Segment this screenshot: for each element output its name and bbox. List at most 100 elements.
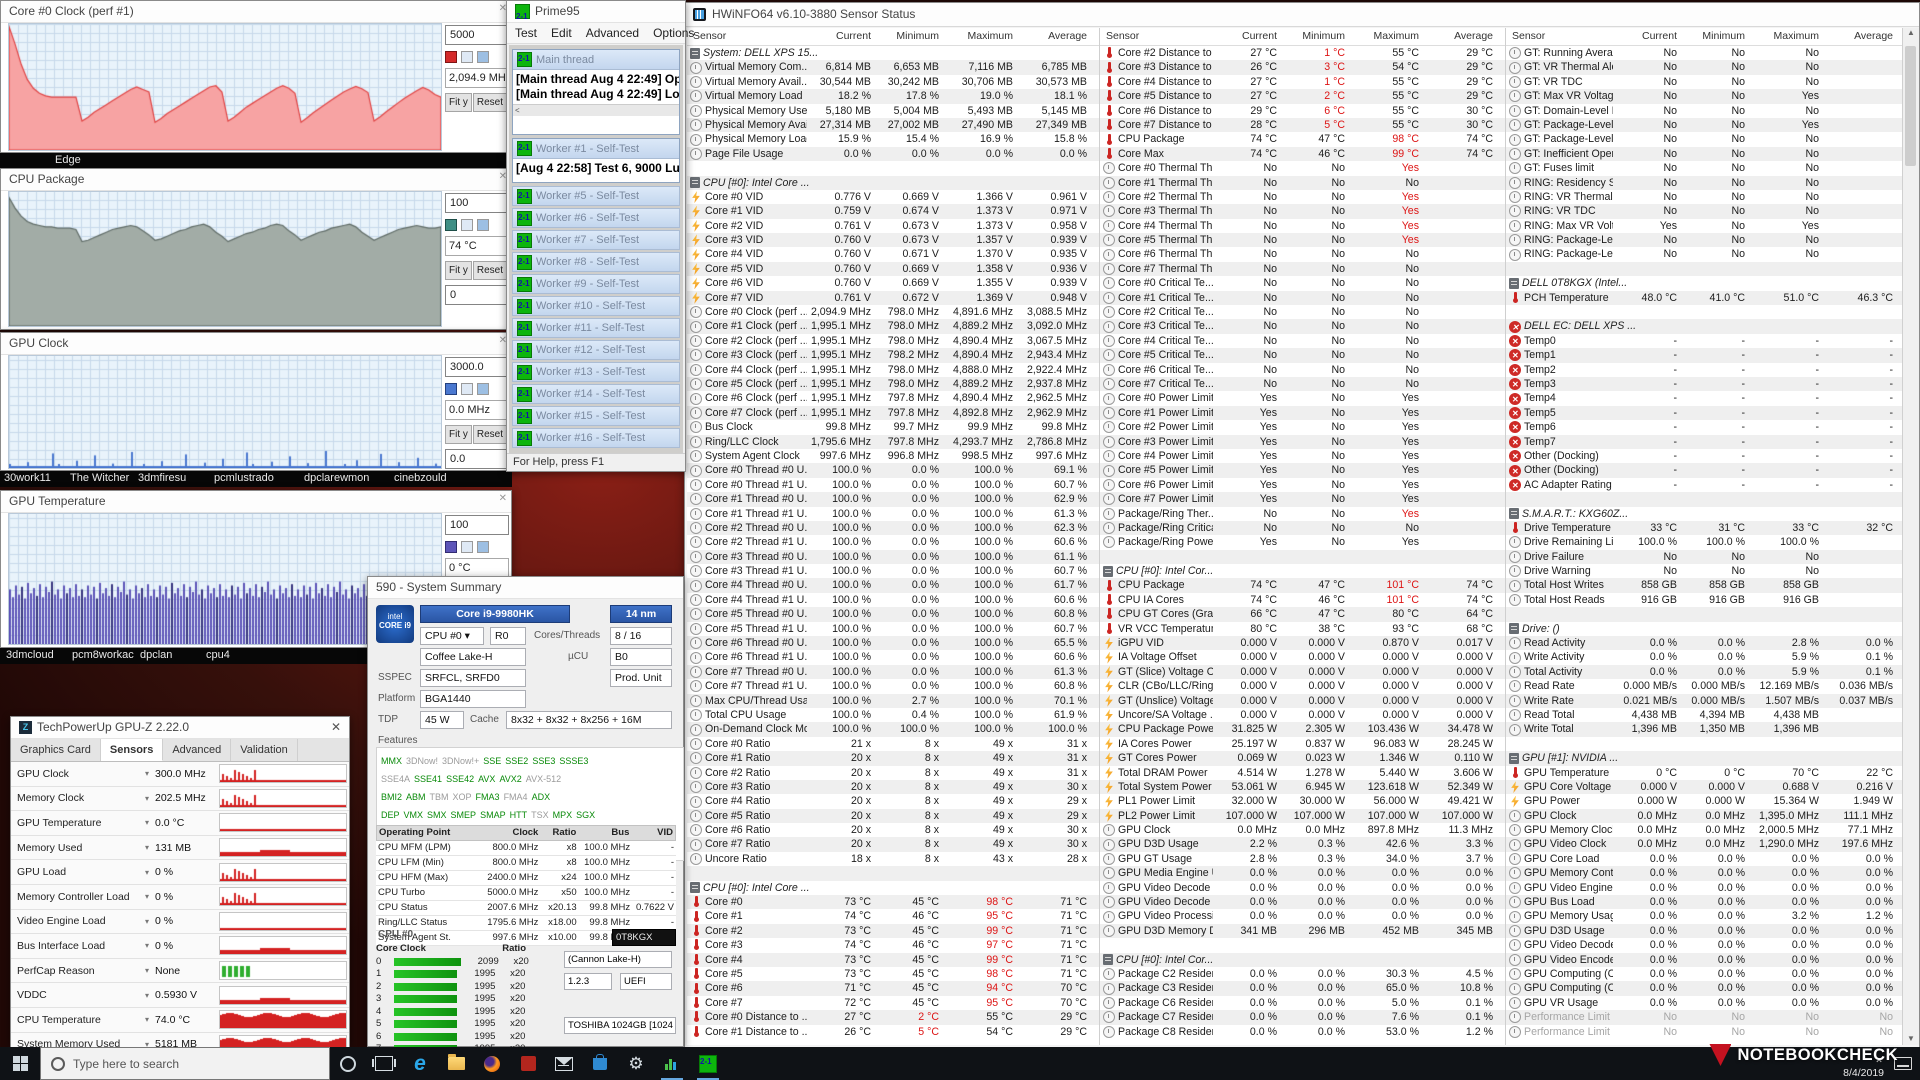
sensor-row[interactable]: CPU Package74 °C47 °C98 °C74 °C <box>1100 132 1505 146</box>
menu-item-test[interactable]: Test <box>515 26 537 40</box>
color-swatch[interactable] <box>461 383 473 395</box>
sensor-row[interactable]: IA Voltage Offset0.000 V0.000 V0.000 V0.… <box>1100 650 1505 664</box>
sensor-row[interactable]: Core #174 °C46 °C95 °C71 °C <box>687 909 1099 923</box>
worker1-window[interactable]: Worker #1 - Self-Test [Aug 4 22:58] Test… <box>512 138 680 183</box>
sensor-row[interactable]: GPU D3D Memory D...341 MB296 MB452 MB345… <box>1100 924 1505 938</box>
color-swatch[interactable] <box>477 541 489 553</box>
sensor-row[interactable]: Package C6 Residency0.0 %0.0 %5.0 %0.1 % <box>1100 996 1505 1010</box>
sensor-row[interactable]: Core #2 Clock (perf ...1,995.1 MHz798.0 … <box>687 334 1099 348</box>
sensor-row[interactable]: Drive Remaining Life100.0 %100.0 %100.0 … <box>1506 535 1905 549</box>
sensor-row[interactable]: Core #6 Distance to ...29 °C6 °C55 °C30 … <box>1100 104 1505 118</box>
sensor-row[interactable]: GPU Video Decode 1...0.0 %0.0 %0.0 %0.0 … <box>1100 895 1505 909</box>
tab-advanced[interactable]: Advanced <box>163 739 231 761</box>
sensor-row[interactable]: Core #2 Distance to ...27 °C1 °C55 °C29 … <box>1100 46 1505 60</box>
sensor-section-row[interactable]: DELL 0T8KGX (Intel... <box>1506 276 1905 290</box>
horizontal-scrollbar[interactable]: < <box>513 104 679 116</box>
sensor-row[interactable]: Total Activity0.0 %0.0 %5.9 %0.1 % <box>1506 665 1905 679</box>
worker-window-bar[interactable]: Worker #11 - Self-Test <box>512 318 680 338</box>
sensor-row[interactable]: Performance Limit -...NoNoNoNo <box>1506 1025 1905 1039</box>
sensor-row[interactable]: Core #4 Ratio20 x8 x49 x29 x <box>687 794 1099 808</box>
sensor-row[interactable]: Core #3 Thread #0 U...100.0 %0.0 %100.0 … <box>687 550 1099 564</box>
sensor-row[interactable]: GPU Memory Contr...0.0 %0.0 %0.0 %0.0 % <box>1506 866 1905 880</box>
sensor-row[interactable]: Drive FailureNoNoNo <box>1506 550 1905 564</box>
sensor-row[interactable]: GPU Clock0.0 MHz0.0 MHz897.8 MHz11.3 MHz <box>1100 823 1505 837</box>
sensor-row[interactable]: GPU Video Clock0.0 MHz0.0 MHz1,290.0 MHz… <box>1506 837 1905 851</box>
cpu-select[interactable]: CPU #0 ▾ <box>420 627 484 645</box>
sensor-row[interactable]: GPU Video Decode 0...0.0 %0.0 %0.0 %0.0 … <box>1100 881 1505 895</box>
sensor-row[interactable]: Virtual Memory Com...6,814 MB6,653 MB7,1… <box>687 60 1099 74</box>
y-min-input[interactable]: 0.0 <box>445 449 509 469</box>
sensor-row[interactable]: Core #1 Distance to ...26 °C5 °C54 °C29 … <box>687 1025 1099 1039</box>
sensor-row[interactable]: Physical Memory Load15.9 %15.4 %16.9 %15… <box>687 132 1099 146</box>
sensor-row[interactable]: GPU D3D Usage2.2 %0.3 %42.6 %3.3 % <box>1100 837 1505 851</box>
sensor-row[interactable]: GT: VR Thermal AlertNoNoNo <box>1506 60 1905 74</box>
sensor-row[interactable]: Core #6 Thread #1 U...100.0 %0.0 %100.0 … <box>687 650 1099 664</box>
sensor-row[interactable]: Core #0 Distance to ...27 °C2 °C55 °C29 … <box>687 1010 1099 1024</box>
series-color-swatch[interactable] <box>445 541 457 553</box>
sensor-row[interactable]: Core #7 Ratio20 x8 x49 x30 x <box>687 837 1099 851</box>
sensor-row[interactable]: Core #1 Clock (perf ...1,995.1 MHz798.0 … <box>687 319 1099 333</box>
sensor-row[interactable]: GT: VR TDCNoNoNo <box>1506 75 1905 89</box>
taskbar-icon-task-view[interactable] <box>366 1047 402 1080</box>
background-window-label[interactable]: 3dmcloud <box>6 649 54 661</box>
sensor-row[interactable]: Core #3 Distance to ...26 °C3 °C54 °C29 … <box>1100 60 1505 74</box>
taskbar-icon-red-app[interactable] <box>510 1047 546 1080</box>
vertical-scrollbar[interactable]: ▲▼ <box>1902 28 1919 1045</box>
gpuz-sensor-row[interactable]: GPU Load▾0 % <box>11 860 349 885</box>
sensor-row[interactable]: GT: Package-Level ...NoNoNo <box>1506 132 1905 146</box>
chevron-down-icon[interactable]: ▾ <box>145 917 155 926</box>
sensor-section-row[interactable]: CPU [#0]: Intel Cor... <box>1100 953 1505 967</box>
sensor-row[interactable]: Core #374 °C46 °C97 °C71 °C <box>687 938 1099 952</box>
sensor-row[interactable]: Core #0 Thread #1 U...100.0 %0.0 %100.0 … <box>687 478 1099 492</box>
tab-validation[interactable]: Validation <box>231 739 298 761</box>
sensor-row[interactable]: Core #2 Thread #0 U...100.0 %0.0 %100.0 … <box>687 521 1099 535</box>
sensor-row[interactable]: Core #2 Ratio20 x8 x49 x31 x <box>687 766 1099 780</box>
background-window-labels[interactable]: 30work11The Witcher3dmfiresupcmlustradod… <box>0 471 512 487</box>
sensor-row[interactable]: Total Host Writes858 GB858 GB858 GB <box>1506 578 1905 592</box>
chevron-down-icon[interactable]: ▾ <box>145 794 155 803</box>
sensor-row[interactable]: Page File Usage0.0 %0.0 %0.0 %0.0 % <box>687 147 1099 161</box>
sensor-row[interactable]: GT: Running Avera...NoNoNo <box>1506 46 1905 60</box>
chevron-down-icon[interactable]: ▾ <box>145 818 155 827</box>
sensor-section-row[interactable]: Drive: () <box>1506 622 1905 636</box>
sensor-row[interactable]: Core #1 VID0.759 V0.674 V1.373 V0.971 V <box>687 204 1099 218</box>
fit-y-button[interactable]: Fit y <box>445 93 472 112</box>
sensor-row[interactable]: Core #1 Thread #1 U...100.0 %0.0 %100.0 … <box>687 507 1099 521</box>
taskbar-icon-firefox[interactable] <box>474 1047 510 1080</box>
sensor-row[interactable]: Core #7 Thread #1 U...100.0 %0.0 %100.0 … <box>687 679 1099 693</box>
sensor-row[interactable]: GPU Video Encode ...0.0 %0.0 %0.0 %0.0 % <box>1506 953 1905 967</box>
sensor-row[interactable]: Other (Docking)---- <box>1506 463 1905 477</box>
sensor-row[interactable]: Core #0 Power Limit...YesNoYes <box>1100 391 1505 405</box>
sensor-row[interactable]: VR VCC Temperatur...80 °C38 °C93 °C68 °C <box>1100 622 1505 636</box>
chevron-down-icon[interactable]: ▾ <box>145 966 155 975</box>
sensor-row[interactable]: Core #0 VID0.776 V0.669 V1.366 V0.961 V <box>687 190 1099 204</box>
background-window-label[interactable]: cpu4 <box>206 649 230 661</box>
sensor-row[interactable]: GT: Max VR Voltage...NoNoYes <box>1506 89 1905 103</box>
reset-button[interactable]: Reset <box>473 93 507 112</box>
taskbar-icon-hwinfo-chart[interactable] <box>654 1047 690 1080</box>
sensor-row[interactable]: Temp5---- <box>1506 406 1905 420</box>
sensor-row[interactable]: Core #6 Clock (perf ...1,995.1 MHz797.8 … <box>687 391 1099 405</box>
sensor-row[interactable]: GPU Memory Usage0.0 %0.0 %3.2 %1.2 % <box>1506 909 1905 923</box>
sensor-row[interactable]: Core #7 Distance to ...28 °C5 °C55 °C30 … <box>1100 118 1505 132</box>
tab-graphics-card[interactable]: Graphics Card <box>11 739 101 761</box>
sensor-row[interactable]: Core #5 VID0.760 V0.669 V1.358 V0.936 V <box>687 262 1099 276</box>
sensor-row[interactable]: Core #1 Ratio20 x8 x49 x31 x <box>687 751 1099 765</box>
sensor-row[interactable]: Temp3---- <box>1506 377 1905 391</box>
sensor-section-row[interactable]: CPU [#0]: Intel Core ... <box>687 176 1099 190</box>
background-window-label[interactable]: 30work11 <box>4 472 51 484</box>
sensor-row[interactable]: Core #0 Thermal Th...NoNoYes <box>1100 161 1505 175</box>
background-window-label[interactable]: dpclarewmon <box>304 472 369 484</box>
chevron-down-icon[interactable]: ▾ <box>145 868 155 877</box>
sensor-row[interactable]: Core #5 Thread #1 U...100.0 %0.0 %100.0 … <box>687 622 1099 636</box>
start-button[interactable] <box>0 1047 40 1080</box>
series-color-swatch[interactable] <box>445 383 457 395</box>
series-color-swatch[interactable] <box>445 51 457 63</box>
sensor-row[interactable]: Virtual Memory Load18.2 %17.8 %19.0 %18.… <box>687 89 1099 103</box>
sensor-row[interactable]: RING: Package-Lev...NoNoNo <box>1506 247 1905 261</box>
worker-window-bar[interactable]: Worker #8 - Self-Test <box>512 252 680 272</box>
sensor-row[interactable]: GPU VR Usage0.0 %0.0 %0.0 %0.0 % <box>1506 996 1905 1010</box>
sensor-row[interactable]: Core #5 Thermal Th...NoNoYes <box>1100 233 1505 247</box>
sensor-row[interactable]: Write Total1,396 MB1,350 MB1,396 MB <box>1506 722 1905 736</box>
sensor-row[interactable]: GPU Power0.000 W0.000 W15.364 W1.949 W <box>1506 794 1905 808</box>
